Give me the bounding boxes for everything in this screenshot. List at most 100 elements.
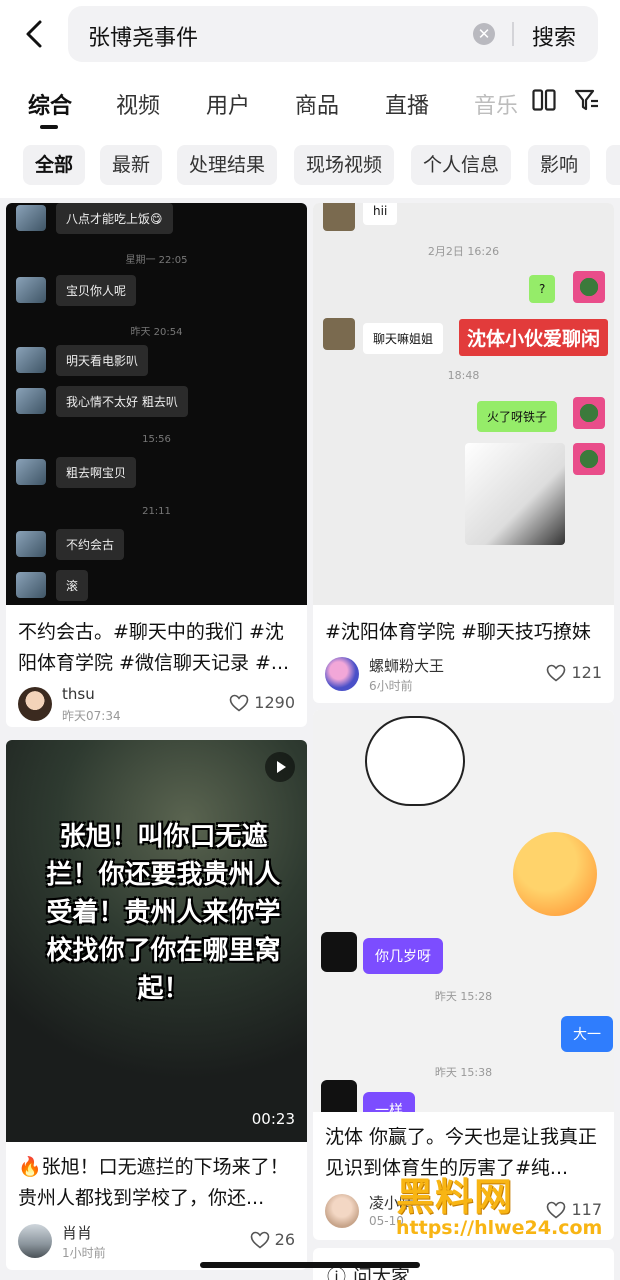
chat-timestamp: 15:56 [142, 434, 171, 445]
chip-latest[interactable]: 最新 [100, 145, 163, 185]
avatar[interactable] [325, 657, 359, 691]
chat-bubble: 聊天嘛姐姐 [363, 323, 444, 354]
like-button[interactable]: 1290 [229, 693, 295, 712]
chat-timestamp: 18:48 [447, 369, 480, 382]
feed-card[interactable]: 你几岁呀 昨天 15:28 大一 昨天 15:38 一样 沈体 你赢了。今天也是… [313, 710, 614, 1240]
chat-avatar [16, 388, 46, 414]
back-button[interactable] [18, 16, 50, 52]
chip-result[interactable]: 处理结果 [177, 145, 278, 185]
chat-avatar [321, 1080, 357, 1112]
chat-message: 粗去啊宝贝 [16, 456, 137, 488]
chip-all[interactable]: 全部 [23, 145, 86, 185]
post-time: 1小时前 [62, 1246, 106, 1260]
chat-bubble: 你几岁呀 [363, 938, 443, 974]
chat-avatar [573, 443, 605, 475]
watermark: 黑料网 https://hlwe24.com [396, 1166, 616, 1239]
chat-message: 八点才能吃上饭😋 [16, 203, 173, 234]
like-button[interactable]: 121 [546, 663, 602, 682]
search-button[interactable]: 搜索 [532, 20, 576, 52]
chat-timestamp: 昨天 20:54 [130, 327, 183, 338]
chip-personal-info[interactable]: 个人信息 [411, 145, 512, 185]
meme-sticker-image [465, 443, 565, 545]
chat-bubble: 八点才能吃上饭😋 [56, 203, 173, 234]
post-time: 昨天07:34 [62, 709, 121, 723]
tab-music[interactable]: 音乐 [474, 88, 518, 120]
chat-timestamp: 昨天 15:38 [434, 1066, 493, 1079]
like-count: 1290 [254, 693, 295, 712]
chat-screenshot-image: 八点才能吃上饭😋 星期一 22:05 宝贝你人呢 昨天 20:54 明天看电影叭… [6, 203, 307, 605]
card-title: #沈阳体育学院 #聊天技巧撩妹 [325, 621, 591, 643]
play-icon [265, 752, 295, 782]
tab-user[interactable]: 用户 [206, 88, 250, 120]
chat-avatar [323, 318, 355, 350]
chat-message: 明天看电影叭 [16, 344, 149, 376]
chat-screenshot-image: 你几岁呀 昨天 15:28 大一 昨天 15:38 一样 [313, 710, 614, 1112]
back-arrow-icon [26, 20, 42, 48]
heart-icon [229, 694, 249, 712]
chat-bubble: 我心情不太好 粗去叭 [56, 385, 188, 417]
avatar[interactable] [325, 1194, 359, 1228]
chat-avatar [16, 277, 46, 303]
author-name[interactable]: 螺蛳粉大王 [369, 655, 444, 676]
watermark-url: https://hlwe24.com [396, 1217, 603, 1239]
chat-bubble: ? [529, 275, 556, 303]
search-query: 张博尧事件 [88, 26, 199, 51]
chat-avatar [321, 932, 357, 972]
author-row: thsu 昨天07:34 1290 [18, 685, 295, 727]
chat-avatar [16, 572, 46, 598]
like-button[interactable]: 26 [250, 1230, 295, 1249]
avatar[interactable] [18, 687, 52, 721]
tab-product[interactable]: 商品 [295, 88, 339, 120]
heart-icon [547, 664, 566, 682]
tab-live[interactable]: 直播 [385, 88, 429, 120]
feed-card[interactable]: 张旭！叫你口无遮拦！你还要我贵州人受着！贵州人来你学校找你了你在哪里窝起！ 00… [6, 740, 307, 1270]
search-input[interactable]: 张博尧事件 ✕ 搜索 [68, 6, 598, 62]
category-tabs: 综合 视频 用户 商品 直播 音乐 [0, 72, 620, 136]
card-title: 🔥张旭！口无遮拦的下场来了！贵州人都找到学校了，你还... [18, 1156, 289, 1209]
clear-icon[interactable]: ✕ [473, 23, 495, 45]
chat-bubble: 大一 [561, 1016, 613, 1052]
chip-scene-video[interactable]: 现场视频 [294, 145, 395, 185]
video-duration: 00:23 [251, 1110, 295, 1128]
grid-layout-icon[interactable] [532, 89, 556, 111]
chat-avatar [16, 459, 46, 485]
chat-avatar [573, 271, 605, 303]
home-indicator[interactable] [200, 1262, 420, 1268]
chat-bubble: 粗去啊宝贝 [56, 456, 137, 488]
chat-message: 我心情不太好 粗去叭 [16, 385, 188, 417]
feed-card[interactable]: 八点才能吃上饭😋 星期一 22:05 宝贝你人呢 昨天 20:54 明天看电影叭… [6, 203, 307, 727]
chat-bubble: 一样 [363, 1092, 415, 1112]
chat-bubble: 不约会古 [56, 528, 125, 560]
caption-label: 沈体小伙爱聊闲 [459, 319, 609, 356]
filter-icon[interactable] [574, 88, 600, 112]
chat-message: 不约会古 [16, 528, 125, 560]
video-overlay-text: 张旭！叫你口无遮拦！你还要我贵州人受着！贵州人来你学校找你了你在哪里窝起！ [46, 822, 281, 1004]
like-count: 121 [571, 663, 602, 682]
tab-video[interactable]: 视频 [116, 88, 160, 120]
card-title: 不约会古。#聊天中的我们 #沈阳体育学院 #微信聊天记录 #... [18, 621, 290, 674]
chip-impact[interactable]: 影响 [528, 145, 591, 185]
feed-card[interactable]: hii 2月2日 16:26 ? 聊天嘛姐姐 沈体小伙爱聊闲 18:48 火了呀… [313, 203, 614, 703]
watermark-title: 黑料网 [396, 1175, 514, 1219]
chat-bubble: 滚 [56, 569, 89, 601]
chat-timestamp: 星期一 22:05 [125, 255, 188, 266]
heart-icon [250, 1231, 269, 1249]
author-name[interactable]: thsu [62, 685, 95, 703]
tab-comprehensive[interactable]: 综合 [28, 88, 72, 120]
video-thumbnail: 张旭！叫你口无遮拦！你还要我贵州人受着！贵州人来你学校找你了你在哪里窝起！ 00… [6, 740, 307, 1142]
chat-message: 宝贝你人呢 [16, 274, 137, 306]
emoji-sticker-image [513, 832, 597, 916]
like-count: 26 [274, 1230, 295, 1249]
author-row: 螺蛳粉大王 6小时前 121 [325, 657, 602, 697]
chat-bubble: 明天看电影叭 [56, 344, 149, 376]
chat-screenshot-image: hii 2月2日 16:26 ? 聊天嘛姐姐 沈体小伙爱聊闲 18:48 火了呀… [313, 203, 614, 605]
search-header: 张博尧事件 ✕ 搜索 [0, 0, 620, 72]
author-name[interactable]: 肖肖 [62, 1222, 92, 1243]
avatar[interactable] [18, 1224, 52, 1258]
chat-message: 滚 [16, 569, 89, 601]
post-time: 6小时前 [369, 679, 413, 693]
chip-more[interactable] [606, 145, 620, 185]
chat-timestamp: 2月2日 16:26 [427, 245, 500, 258]
chat-avatar [16, 531, 46, 557]
bunny-sticker-image [365, 716, 465, 806]
